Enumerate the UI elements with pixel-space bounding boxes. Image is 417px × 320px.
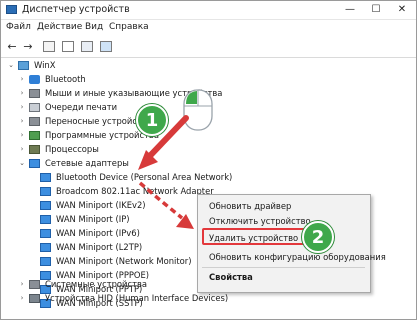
monitor-icon[interactable]	[99, 40, 113, 53]
adapter-label: WAN Miniport (IKEv2)	[56, 200, 146, 210]
mouse-icon	[29, 88, 40, 98]
network-adapter-icon	[40, 214, 51, 224]
menu-separator	[202, 267, 365, 268]
system-device-icon	[29, 279, 40, 289]
hid-device-icon	[29, 293, 40, 303]
collapse-arrow-icon[interactable]: ›	[18, 89, 26, 97]
tree-root[interactable]: ⌄ WinX	[7, 58, 55, 72]
collapse-arrow-icon[interactable]: ›	[18, 145, 26, 153]
expand-arrow-icon[interactable]: ⌄	[7, 61, 15, 69]
collapse-arrow-icon[interactable]: ›	[18, 294, 26, 302]
tree-item-software[interactable]: › Программные устройства	[18, 128, 159, 142]
adapter-label: WAN Miniport (Network Monitor)	[56, 256, 192, 266]
tree-item-mice[interactable]: › Мыши и иные указывающие устройства	[18, 86, 223, 100]
menu-help[interactable]: Справка	[109, 22, 149, 32]
adapter-item[interactable]: WAN Miniport (L2TP)	[40, 240, 142, 254]
network-adapter-icon	[40, 256, 51, 266]
adapter-label: WAN Miniport (IP)	[56, 214, 130, 224]
collapse-arrow-icon[interactable]: ›	[18, 117, 26, 125]
tree-item-label: Сетевые адаптеры	[45, 158, 129, 168]
menu-scan-hardware[interactable]: Обновить конфигурацию оборудования	[198, 250, 386, 265]
adapter-label: Bluetooth Device (Personal Area Network)	[56, 172, 233, 182]
forward-arrow-icon[interactable]: →	[21, 40, 35, 53]
tree-item-system-devices[interactable]: › Системные устройства	[18, 277, 147, 291]
details-icon[interactable]	[61, 40, 75, 53]
network-adapter-icon	[40, 228, 51, 238]
bluetooth-icon	[29, 74, 40, 84]
tree-item-network-adapters[interactable]: ⌄ Сетевые адаптеры	[18, 156, 129, 170]
adapter-item-selected[interactable]: WAN Miniport (IKEv2)	[40, 198, 146, 212]
adapter-item[interactable]: WAN Miniport (IP)	[40, 212, 130, 226]
title-bar: Диспетчер устройств — ☐ ✕	[1, 1, 416, 20]
collapse-arrow-icon[interactable]: ›	[18, 131, 26, 139]
tree-item-label: Bluetooth	[45, 74, 86, 84]
printer-icon	[29, 102, 40, 112]
processor-icon	[29, 144, 40, 154]
computer-icon	[18, 60, 29, 70]
properties-icon[interactable]	[42, 40, 56, 53]
expand-arrow-icon[interactable]: ⌄	[18, 159, 26, 167]
adapter-item[interactable]: WAN Miniport (Network Monitor)	[40, 254, 192, 268]
tree-item-label: Устройства HID (Human Interface Devices)	[45, 293, 229, 303]
tree-item-label: Процессоры	[45, 144, 99, 154]
menu-disable-device[interactable]: Отключить устройство	[198, 214, 370, 229]
software-device-icon	[29, 130, 40, 140]
adapter-item[interactable]: Broadcom 802.11ac Network Adapter	[40, 184, 214, 198]
network-adapter-icon	[40, 186, 51, 196]
close-button[interactable]: ✕	[389, 1, 415, 19]
adapter-label: Broadcom 802.11ac Network Adapter	[56, 186, 214, 196]
menu-file[interactable]: Файл	[6, 22, 31, 32]
adapter-item[interactable]: WAN Miniport (IPv6)	[40, 226, 140, 240]
collapse-arrow-icon[interactable]: ›	[18, 103, 26, 111]
menu-bar: Файл Действие Вид Справка	[1, 20, 416, 36]
maximize-button[interactable]: ☐	[363, 1, 389, 19]
network-adapter-icon	[40, 172, 51, 182]
window-title: Диспетчер устройств	[22, 4, 130, 15]
tree-item-hid[interactable]: › Устройства HID (Human Interface Device…	[18, 291, 229, 305]
tree-item-label: Очереди печати	[45, 102, 118, 112]
adapter-label: WAN Miniport (IPv6)	[56, 228, 140, 238]
toolbar: ← →	[1, 37, 416, 58]
network-adapter-icon	[29, 158, 40, 168]
menu-update-driver[interactable]: Обновить драйвер	[198, 199, 370, 214]
tree-item-label: Системные устройства	[45, 279, 148, 289]
tree-item-bluetooth[interactable]: › Bluetooth	[18, 72, 86, 86]
tree-item-print-queues[interactable]: › Очереди печати	[18, 100, 118, 114]
step-2-badge: 2	[302, 221, 334, 253]
tree-item-portable[interactable]: › Переносные устройства	[18, 114, 152, 128]
collapse-arrow-icon[interactable]: ›	[18, 75, 26, 83]
tree-item-label: Мыши и иные указывающие устройства	[45, 88, 223, 98]
help-icon[interactable]	[80, 40, 94, 53]
menu-view[interactable]: Вид	[85, 22, 103, 32]
network-adapter-icon	[40, 242, 51, 252]
adapter-label: WAN Miniport (L2TP)	[56, 242, 143, 252]
back-arrow-icon[interactable]: ←	[5, 40, 19, 53]
device-manager-icon	[6, 5, 17, 14]
minimize-button[interactable]: —	[337, 1, 363, 19]
step-1-badge: 1	[136, 104, 168, 136]
portable-device-icon	[29, 116, 40, 126]
menu-properties[interactable]: Свойства	[198, 270, 370, 285]
network-adapter-icon	[40, 200, 51, 210]
tree-item-processors[interactable]: › Процессоры	[18, 142, 99, 156]
tree-root-label: WinX	[34, 60, 56, 70]
device-manager-window: Диспетчер устройств — ☐ ✕ Файл Действие …	[0, 0, 417, 320]
menu-action[interactable]: Действие	[37, 22, 82, 32]
adapter-item[interactable]: Bluetooth Device (Personal Area Network)	[40, 170, 232, 184]
collapse-arrow-icon[interactable]: ›	[18, 280, 26, 288]
